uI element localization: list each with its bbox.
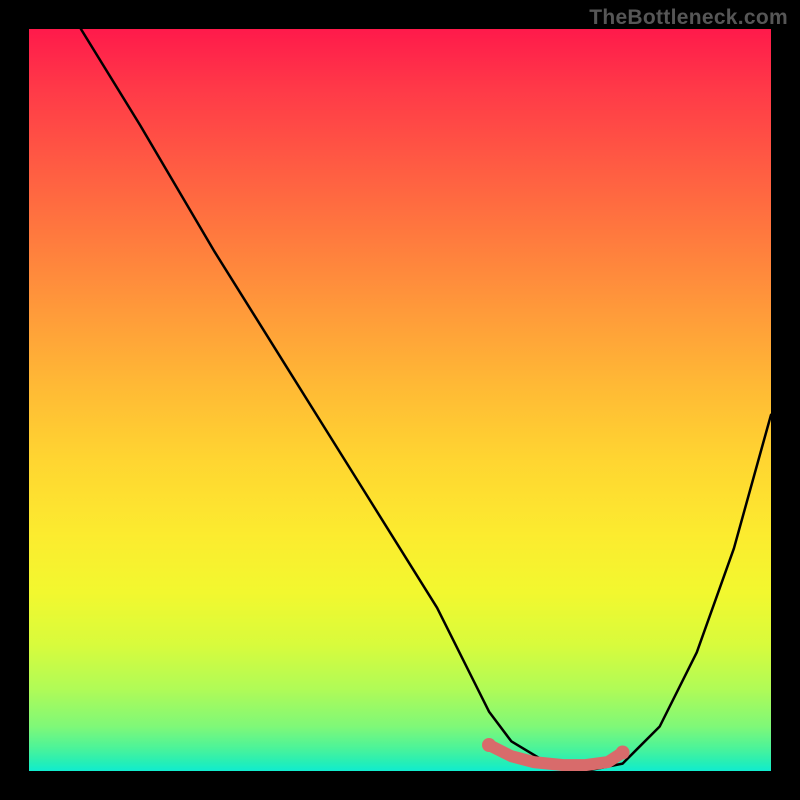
curve-layer: [29, 29, 771, 771]
plot-area: [29, 29, 771, 771]
chart-frame: TheBottleneck.com: [0, 0, 800, 800]
bottleneck-curve: [81, 29, 771, 771]
attribution-text: TheBottleneck.com: [589, 6, 788, 30]
optimal-region: [482, 738, 630, 765]
